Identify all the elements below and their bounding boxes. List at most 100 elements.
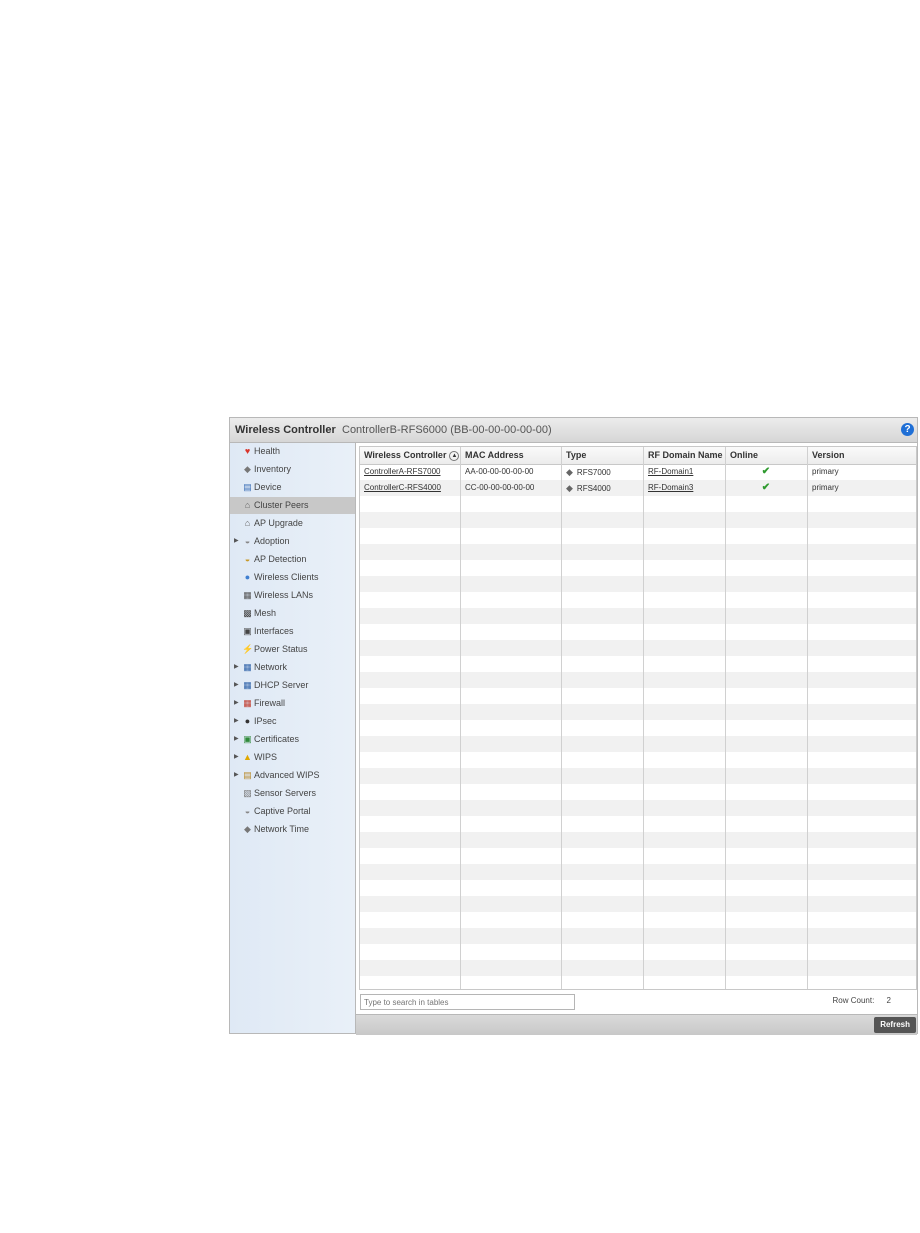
cell-text: primary [812,467,839,476]
sidebar-item-label: Inventory [254,464,292,474]
expand-arrow-icon[interactable]: ▶ [234,533,239,550]
sidebar-item-label: DHCP Server [254,680,309,690]
sidebar-item-inventory[interactable]: ◆ Inventory [230,461,355,478]
sidebar-item-label: Wireless LANs [254,590,314,600]
sidebar-item-ap-upgrade[interactable]: ⌂ AP Upgrade [230,515,355,532]
sidebar-item-label: Network [254,662,288,672]
cell-online: ✔ [726,464,806,480]
sidebar-item-device[interactable]: ▤ Device [230,479,355,496]
sidebar-item-ap-detection[interactable]: ◒ AP Detection [230,551,355,568]
network-time-icon: ◆ [244,824,251,834]
cell-text: CC-00-00-00-00-00 [465,483,535,492]
empty-table-row [360,656,916,672]
column-divider [725,447,726,989]
empty-table-row [360,528,916,544]
sidebar-item-label: Power Status [254,644,308,654]
online-check-icon: ✔ [761,482,771,493]
sidebar-item-power-status[interactable]: ⚡ Power Status [230,641,355,658]
empty-table-row [360,512,916,528]
rf-domain-link[interactable]: RF-Domain1 [648,467,693,476]
cell-rf-domain: RF-Domain1 [644,464,726,480]
sidebar-item-certificates[interactable]: ▶ ▣ Certificates [230,731,355,748]
sidebar-item-health[interactable]: ♥ Health [230,443,355,460]
empty-table-row [360,800,916,816]
inventory-icon: ◆ [244,464,251,474]
cell-text: AA-00-00-00-00-00 [465,467,534,476]
expand-arrow-icon[interactable]: ▶ [234,677,239,694]
controller-icon: ◆ [566,467,573,477]
sidebar-item-network-time[interactable]: ◆ Network Time [230,821,355,838]
column-header-mac-address[interactable]: MAC Address [461,447,562,464]
sidebar-item-captive-portal[interactable]: ◒ Captive Portal [230,803,355,820]
empty-table-row [360,720,916,736]
sidebar: ♥ Health ◆ Inventory ▤ Device ⌂ Cluster Peers ⌂ A… [230,443,356,1033]
row-count-label: Row Count: [832,996,875,1005]
column-header-type[interactable]: Type [562,447,644,464]
sidebar-item-sensor-servers[interactable]: ▧ Sensor Servers [230,785,355,802]
ap-upgrade-icon: ⌂ [244,518,251,528]
sidebar-item-dhcp-server[interactable]: ▶ ▦ DHCP Server [230,677,355,694]
sidebar-item-wireless-lans[interactable]: ▦ Wireless LANs [230,587,355,604]
advanced-wips-icon: ▤ [243,770,252,780]
sidebar-item-ipsec[interactable]: ▶ ● IPsec [230,713,355,730]
column-divider [807,447,808,989]
title-bar: Wireless Controller ControllerB-RFS6000 … [230,418,917,443]
sidebar-item-interfaces[interactable]: ▣ Interfaces [230,623,355,640]
column-divider [561,447,562,989]
column-divider [643,447,644,989]
empty-table-row [360,960,916,976]
adoption-icon: ◒ [244,536,251,546]
empty-table-row [360,880,916,896]
controller-link[interactable]: ControllerA-RFS7000 [364,467,440,476]
refresh-button[interactable]: Refresh [874,1017,916,1033]
rf-domain-link[interactable]: RF-Domain3 [648,483,693,492]
table-row[interactable]: ControllerA-RFS7000 AA-00-00-00-00-00 ◆ RFS… [360,464,916,480]
empty-table-row [360,640,916,656]
sidebar-item-wireless-clients[interactable]: ● Wireless Clients [230,569,355,586]
sidebar-item-label: Certificates [254,734,300,744]
search-input[interactable] [360,994,575,1010]
empty-table-row [360,784,916,800]
column-header-rf-domain-name[interactable]: RF Domain Name [644,447,726,464]
column-header-label: Type [566,450,587,460]
sidebar-item-mesh[interactable]: ▩ Mesh [230,605,355,622]
controller-icon: ◆ [566,483,573,493]
sidebar-item-cluster-peers[interactable]: ⌂ Cluster Peers [230,497,355,514]
cell-mac: CC-00-00-00-00-00 [461,480,562,496]
expand-arrow-icon[interactable]: ▶ [234,695,239,712]
sidebar-item-label: Network Time [254,824,310,834]
sidebar-item-label: Firewall [254,698,286,708]
sort-icon[interactable]: ▲ [449,450,460,461]
section-title: Wireless Controller [235,424,336,436]
ipsec-icon: ● [244,716,251,726]
sidebar-item-advanced-wips[interactable]: ▶ ▤ Advanced WIPS [230,767,355,784]
mesh-icon: ▩ [243,608,252,618]
empty-table-row [360,752,916,768]
cluster-peers-icon: ⌂ [244,500,251,510]
sidebar-item-label: Cluster Peers [254,500,309,510]
expand-arrow-icon[interactable]: ▶ [234,659,239,676]
wireless-lans-icon: ▦ [243,590,252,600]
cell-text: RFS7000 [576,468,611,477]
online-check-icon: ✔ [761,466,771,477]
cell-version: primary [808,480,916,496]
expand-arrow-icon[interactable]: ▶ [234,767,239,784]
table-row[interactable]: ControllerC-RFS4000 CC-00-00-00-00-00 ◆ RFS… [360,480,916,496]
network-icon: ▦ [243,662,252,672]
help-icon[interactable]: ? [901,423,914,436]
sidebar-item-wips[interactable]: ▶ ▲ WIPS [230,749,355,766]
empty-table-row [360,688,916,704]
sidebar-item-network[interactable]: ▶ ▦ Network [230,659,355,676]
expand-arrow-icon[interactable]: ▶ [234,713,239,730]
column-header-version[interactable]: Version [808,447,916,464]
ap-detection-icon: ◒ [244,554,251,564]
sidebar-item-firewall[interactable]: ▶ ▦ Firewall [230,695,355,712]
expand-arrow-icon[interactable]: ▶ [234,731,239,748]
firewall-icon: ▦ [243,698,252,708]
column-header-online[interactable]: Online [726,447,808,464]
controller-link[interactable]: ControllerC-RFS4000 [364,483,441,492]
column-header-wireless-controller[interactable]: Wireless Controller ▲ [360,447,461,464]
expand-arrow-icon[interactable]: ▶ [234,749,239,766]
column-header-label: MAC Address [465,450,524,460]
sidebar-item-adoption[interactable]: ▶ ◒ Adoption [230,533,355,550]
